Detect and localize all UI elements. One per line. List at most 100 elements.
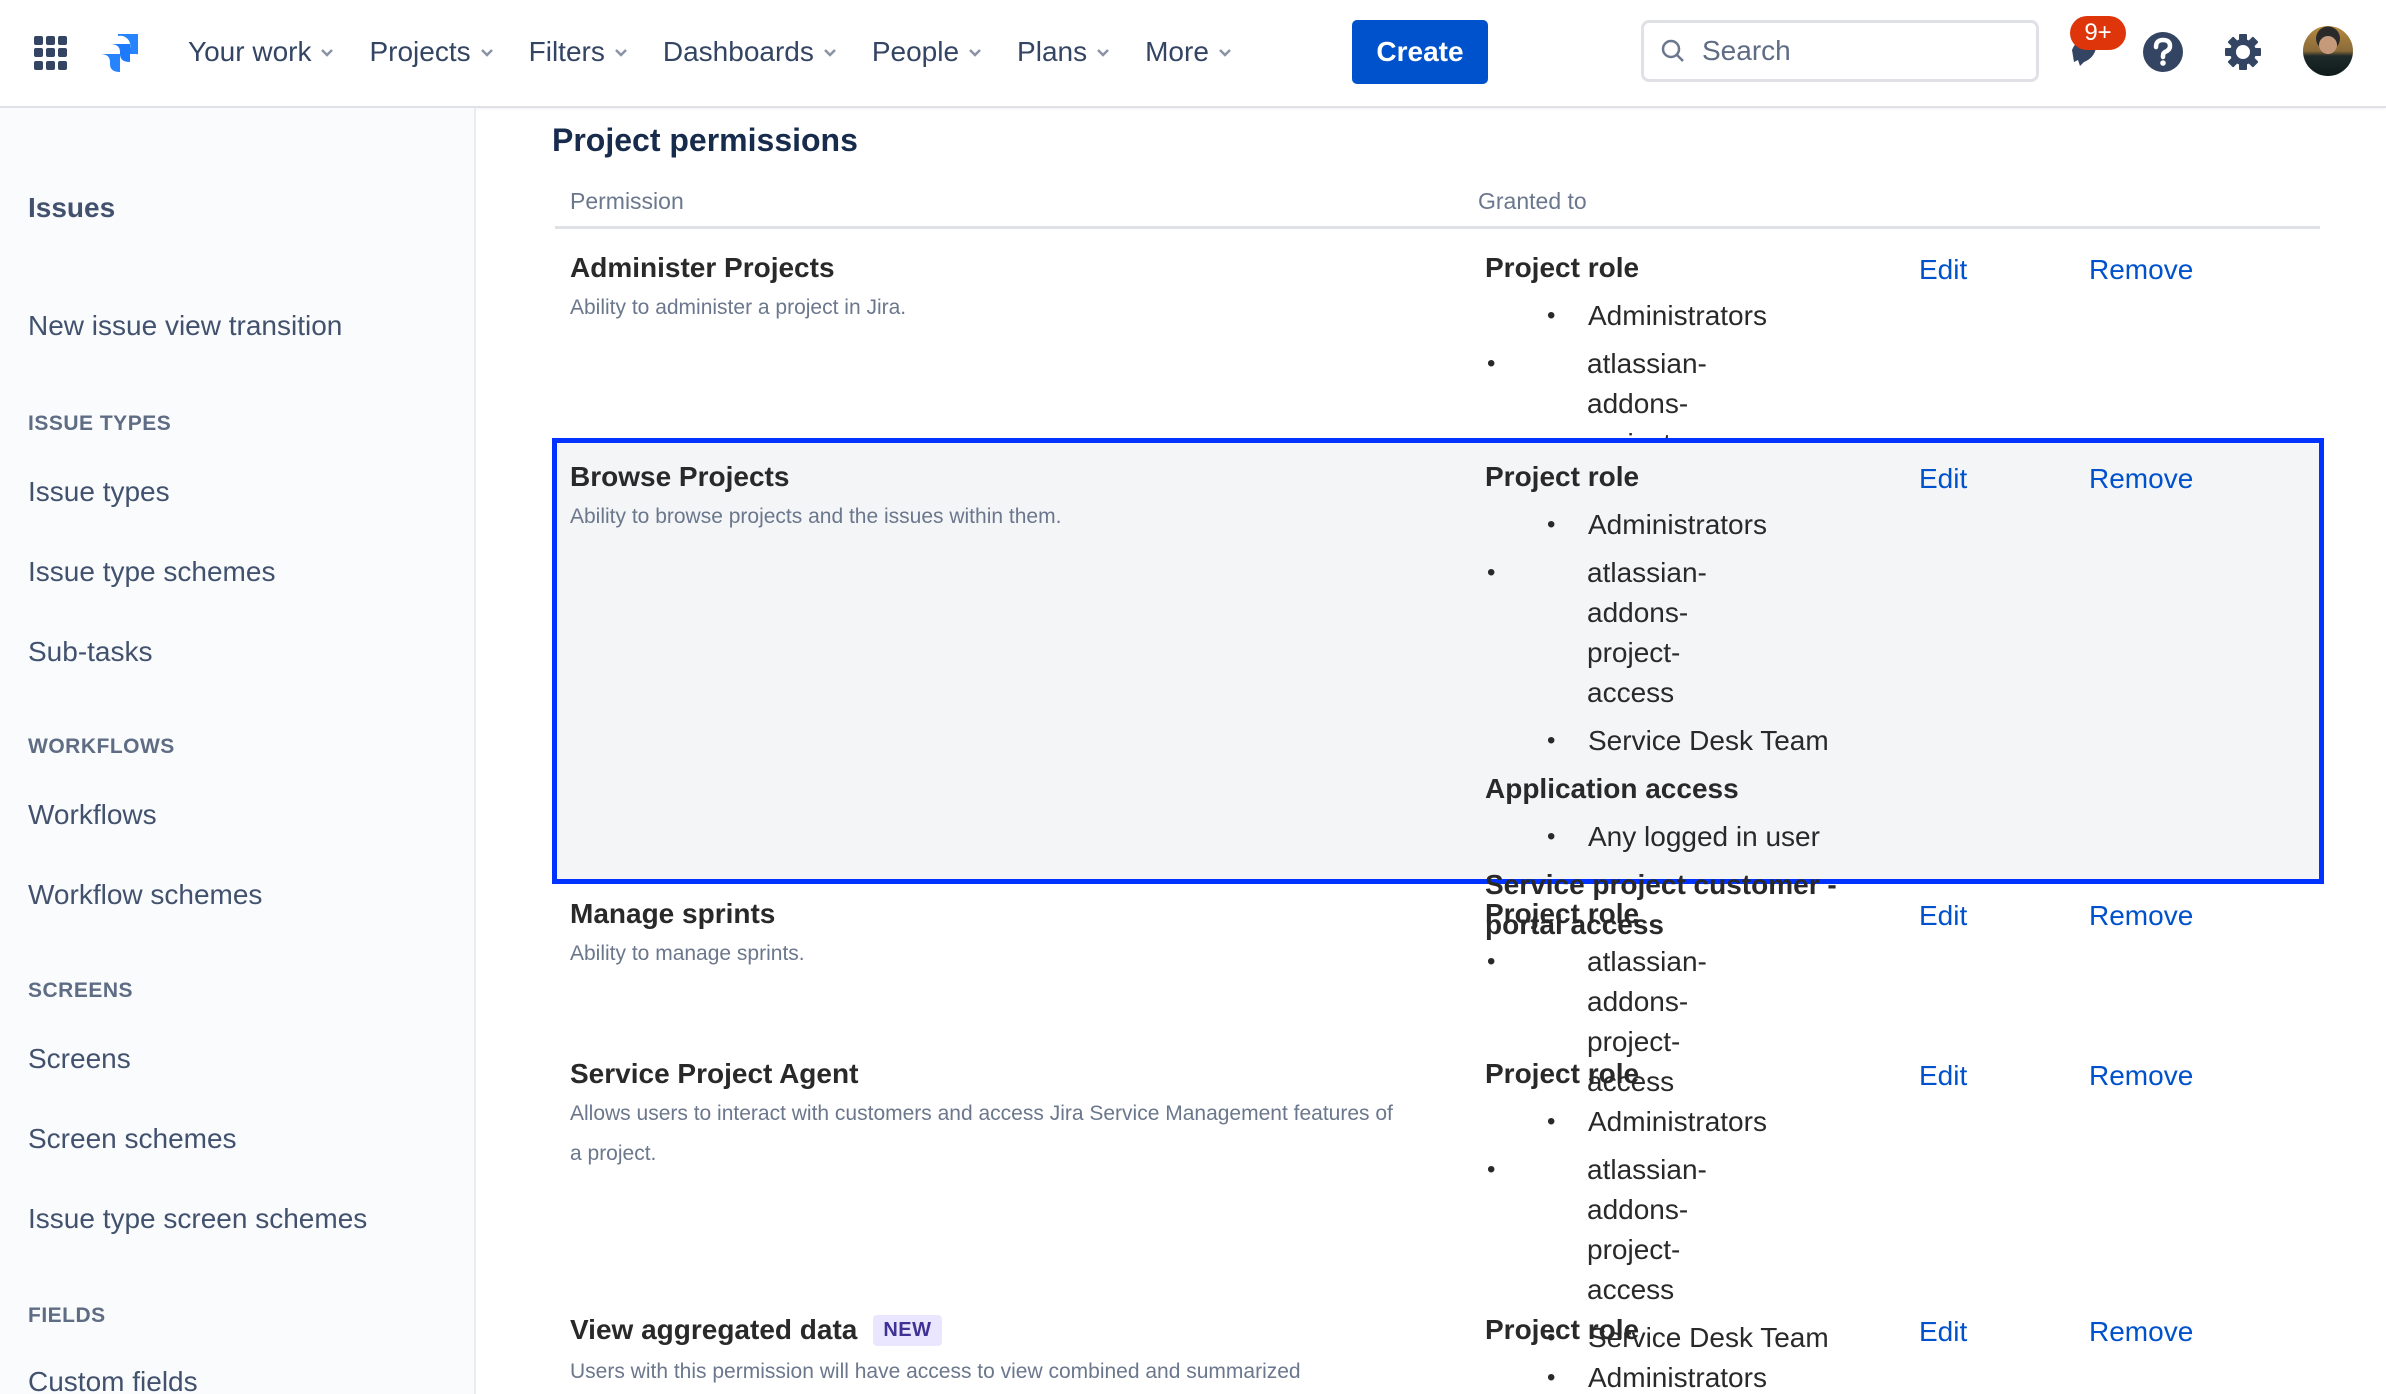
grant-type: Project role	[1485, 898, 1640, 929]
permission-name: Administer Projects	[570, 252, 835, 284]
user-avatar[interactable]	[2303, 26, 2353, 76]
remove-link[interactable]: Remove	[2089, 900, 2193, 932]
grant-member: atlassian-addons-project-access	[1485, 1150, 1865, 1310]
notification-count-badge: 9+	[2070, 16, 2126, 50]
sidebar: Issues New issue view transition ISSUE T…	[0, 108, 476, 1394]
main-nav: Your work Projects Filters Dashboards Pe…	[188, 0, 1267, 104]
grant-member-text: Service Desk Team	[1588, 725, 1829, 756]
grant-member-text: Administrators	[1588, 300, 1767, 331]
table-row-highlighted: Browse Projects Ability to browse projec…	[552, 438, 2324, 940]
settings-button[interactable]	[2221, 30, 2265, 74]
edit-link[interactable]: Edit	[1919, 254, 1967, 286]
grant-member-text: Administrators	[1588, 509, 1767, 540]
search-box[interactable]	[1641, 20, 2039, 82]
table-row: View aggregated data NEW Users with this…	[552, 1300, 2324, 1394]
remove-link[interactable]: Remove	[2089, 254, 2193, 286]
sidebar-heading-workflows: WORKFLOWS	[28, 735, 175, 758]
grant-member-text: Any logged in user	[1588, 821, 1820, 852]
sidebar-heading-issue-types: ISSUE TYPES	[28, 412, 172, 435]
permission-description: Allows users to interact with customers …	[570, 1102, 1393, 1165]
remove-link[interactable]: Remove	[2089, 463, 2193, 495]
nav-people[interactable]: People	[872, 36, 983, 68]
search-input[interactable]	[1702, 35, 2022, 67]
nav-label: People	[871, 36, 960, 67]
grant-member-text: Administrators	[1588, 1106, 1767, 1137]
grant-member: Administrators	[1485, 296, 1865, 336]
table-row: Administer Projects Ability to administe…	[552, 232, 2324, 499]
grant-type: Project role	[1485, 1058, 1640, 1089]
grant-member-text: atlassian-addons-project-access	[1587, 1154, 1707, 1305]
remove-link[interactable]: Remove	[2089, 1060, 2193, 1092]
chevron-down-icon	[321, 49, 334, 57]
permission-name-text: Manage sprints	[570, 898, 776, 929]
help-icon	[2143, 32, 2183, 72]
sidebar-heading-fields: FIELDS	[28, 1304, 106, 1327]
grant-member: Administrators	[1485, 505, 1865, 545]
permission-name-text: Administer Projects	[570, 252, 835, 283]
sidebar-item-new-issue-view-transition[interactable]: New issue view transition	[28, 310, 342, 342]
grant-type: Project role	[1485, 1314, 1640, 1345]
chevron-down-icon	[1097, 49, 1109, 57]
chevron-down-icon	[969, 49, 981, 57]
jira-logo[interactable]	[96, 32, 140, 76]
search-icon	[1661, 39, 1684, 62]
sidebar-item-issue-type-screen-schemes[interactable]: Issue type screen schemes	[28, 1203, 367, 1235]
help-button[interactable]	[2141, 30, 2185, 74]
nav-projects[interactable]: Projects	[369, 36, 494, 68]
permission-name: View aggregated data NEW	[570, 1314, 942, 1346]
grant-member: Administrators	[1485, 1102, 1865, 1142]
permission-name-text: Browse Projects	[570, 461, 790, 492]
sidebar-item-issue-types[interactable]: Issue types	[28, 476, 170, 508]
sidebar-item-custom-fields[interactable]: Custom fields	[28, 1366, 198, 1394]
grant-type: Project role	[1485, 461, 1640, 492]
page-title: Project permissions	[552, 122, 858, 158]
app-switcher-icon[interactable]	[34, 36, 68, 70]
sidebar-item-screens[interactable]: Screens	[28, 1043, 131, 1075]
permission-name-text: View aggregated data	[570, 1314, 858, 1345]
sidebar-item-sub-tasks[interactable]: Sub-tasks	[28, 636, 153, 668]
table-row: Service Project Agent Allows users to in…	[552, 1044, 2324, 1358]
permission-description: Ability to manage sprints.	[570, 942, 805, 965]
sidebar-title: Issues	[28, 192, 116, 223]
grant-type: Project role	[1485, 252, 1640, 283]
top-navigation-bar: Your work Projects Filters Dashboards Pe…	[0, 0, 2386, 108]
grant-member-text: atlassian-addons-project-access	[1587, 557, 1707, 708]
grant-member: atlassian-addons-project-access	[1485, 553, 1865, 713]
column-header-granted-to: Granted to	[1478, 188, 1587, 214]
nav-label: Filters	[528, 36, 605, 67]
nav-your-work[interactable]: Your work	[188, 36, 335, 68]
permission-description: Ability to browse projects and the issue…	[570, 505, 1062, 528]
permission-name-text: Service Project Agent	[570, 1058, 859, 1089]
grant-member: Any logged in user	[1485, 817, 1865, 857]
nav-label: More	[1145, 36, 1209, 67]
granted-to-cell: Project role Administrators	[1485, 1310, 1865, 1394]
grant-member: Service Desk Team	[1485, 721, 1865, 761]
chevron-down-icon	[823, 49, 836, 57]
nav-label: Projects	[369, 36, 471, 67]
grant-member-text: Administrators	[1588, 1362, 1767, 1393]
sidebar-item-workflow-schemes[interactable]: Workflow schemes	[28, 879, 262, 911]
column-header-permission: Permission	[570, 188, 684, 214]
sidebar-heading-screens: SCREENS	[28, 979, 134, 1002]
remove-link[interactable]: Remove	[2089, 1316, 2193, 1348]
edit-link[interactable]: Edit	[1919, 1316, 1967, 1348]
sidebar-item-screen-schemes[interactable]: Screen schemes	[28, 1123, 237, 1155]
table-row: Manage sprints Ability to manage sprints…	[552, 884, 2324, 1097]
chevron-down-icon	[614, 49, 627, 57]
grant-type: Application access	[1485, 773, 1739, 804]
sidebar-item-issue-type-schemes[interactable]: Issue type schemes	[28, 556, 275, 588]
edit-link[interactable]: Edit	[1919, 463, 1967, 495]
nav-dashboards[interactable]: Dashboards	[663, 36, 838, 68]
edit-link[interactable]: Edit	[1919, 1060, 1967, 1092]
nav-filters[interactable]: Filters	[529, 36, 629, 68]
nav-label: Plans	[1017, 36, 1088, 67]
sidebar-item-workflows[interactable]: Workflows	[28, 799, 157, 831]
nav-plans[interactable]: Plans	[1017, 36, 1111, 68]
nav-label: Your work	[188, 36, 312, 67]
edit-link[interactable]: Edit	[1919, 900, 1967, 932]
create-button[interactable]: Create	[1352, 20, 1488, 84]
nav-label: Dashboards	[662, 36, 814, 67]
table-header-divider	[555, 226, 2320, 229]
chevron-down-icon	[480, 49, 493, 57]
nav-more[interactable]: More	[1145, 36, 1233, 68]
